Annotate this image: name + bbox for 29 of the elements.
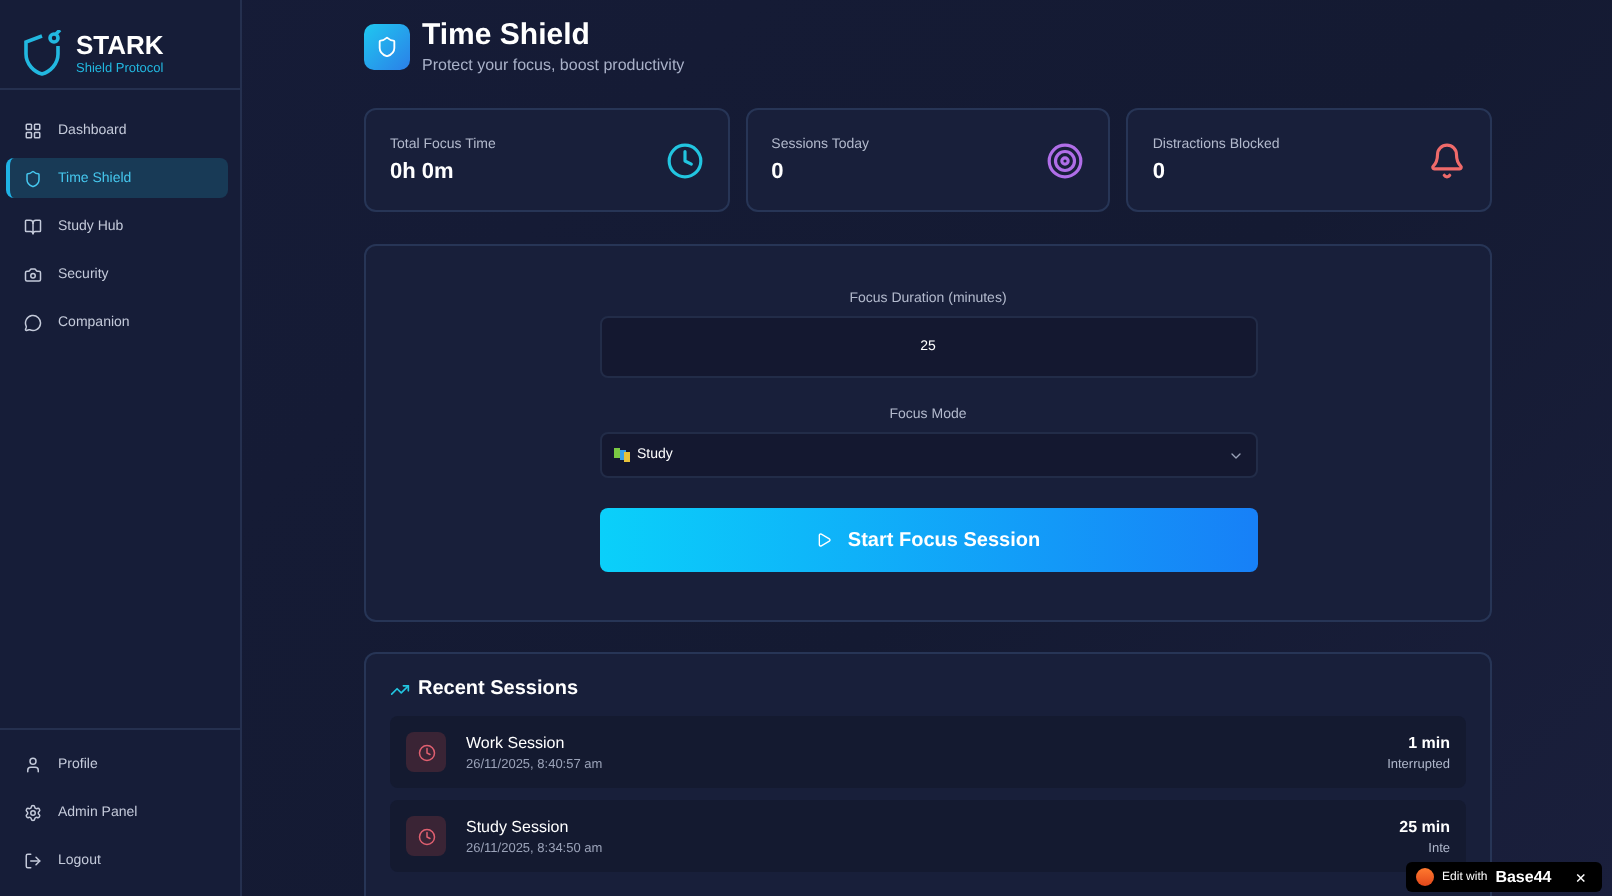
shield-icon xyxy=(364,24,410,70)
page-subtitle: Protect your focus, boost productivity xyxy=(422,56,685,74)
stat-value: 0 xyxy=(1152,159,1167,183)
trending-up-icon xyxy=(390,679,410,699)
grid-icon xyxy=(24,121,42,139)
book-icon xyxy=(24,217,42,235)
shield-logo-icon xyxy=(20,30,64,78)
play-icon xyxy=(815,532,832,548)
stat-value: 0 xyxy=(771,159,786,183)
session-duration: 1 min xyxy=(1406,733,1450,751)
session-duration: 25 min xyxy=(1399,817,1450,835)
camera-icon xyxy=(24,265,42,283)
shield-icon xyxy=(24,169,42,187)
settings-icon xyxy=(24,803,42,821)
stat-value: 0h 0m xyxy=(390,159,456,183)
books-icon xyxy=(613,448,629,462)
session-name: Work Session xyxy=(466,733,567,751)
section-title: Recent Sessions xyxy=(418,678,579,700)
badge-brand: Base44 xyxy=(1495,868,1552,886)
logo-icon xyxy=(1416,868,1435,886)
session-name: Study Session xyxy=(466,817,571,835)
clock-icon xyxy=(406,732,446,772)
page-title: Time Shield xyxy=(422,20,592,52)
chat-bubble-icon xyxy=(24,313,42,331)
brand-name: STARK xyxy=(76,32,164,60)
person-icon xyxy=(24,755,42,773)
logout-icon xyxy=(24,851,42,869)
clock-icon xyxy=(406,816,446,856)
close-icon[interactable]: × xyxy=(1575,867,1586,887)
